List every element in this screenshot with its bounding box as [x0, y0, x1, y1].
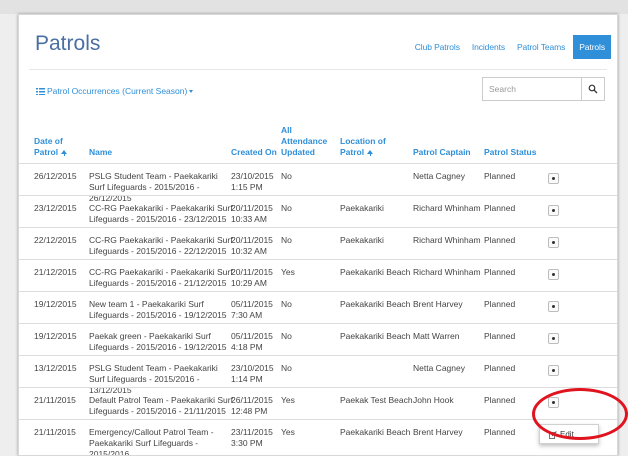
cell-date: 23/12/2015 — [34, 203, 77, 213]
cell-location: Paekakariki Beach — [340, 331, 411, 341]
cell-attendance: No — [281, 363, 292, 373]
patrols-panel: Patrols Club Patrols Incidents Patrol Te… — [18, 14, 618, 456]
top-navigation: Club Patrols Incidents Patrol Teams Patr… — [403, 35, 611, 59]
cell-date: 19/12/2015 — [34, 299, 77, 309]
table-row[interactable]: 21/12/2015 CC-RG Paekakariki - Paekakari… — [19, 259, 617, 291]
header-divider — [29, 69, 607, 70]
row-actions-gear-icon[interactable] — [548, 301, 559, 312]
list-icon — [36, 88, 45, 95]
cell-date: 21/11/2015 — [34, 427, 76, 437]
table-row[interactable]: 21/11/2015 Emergency/Callout Patrol Team… — [19, 419, 617, 455]
cell-name: New team 1 - Paekakariki Surf Lifeguards… — [89, 299, 227, 320]
search-box — [482, 77, 605, 101]
caret-down-icon — [189, 90, 194, 93]
table-row[interactable]: 23/12/2015 CC-RG Paekakariki - Paekakari… — [19, 195, 617, 227]
cell-name: Paekak green - Paekakariki Surf Lifeguar… — [89, 331, 227, 352]
table-row[interactable]: 13/12/2015 PSLG Student Team - Paekakari… — [19, 355, 617, 395]
highlight-annotation-circle — [532, 388, 628, 440]
cell-attendance: No — [281, 331, 292, 341]
row-actions-gear-icon[interactable] — [548, 333, 559, 344]
cell-name: CC-RG Paekakariki - Paekakariki Surf Lif… — [89, 235, 233, 256]
cell-location: Paekak Test Beach — [340, 395, 413, 405]
cell-date: 13/12/2015 — [34, 363, 77, 373]
cell-name: CC-RG Paekakariki - Paekakariki Surf Lif… — [89, 267, 233, 288]
column-header-patrol-captain[interactable]: Patrol Captain — [413, 147, 471, 158]
cell-status: Planned — [484, 235, 516, 245]
cell-captain: Netta Cagney — [413, 363, 465, 373]
row-actions-gear-icon[interactable] — [548, 173, 559, 184]
cell-date: 26/12/2015 — [34, 171, 77, 181]
cell-captain: Richard Whinham — [413, 235, 481, 245]
cell-location: Paekakariki Beach — [340, 267, 411, 277]
tab-incidents[interactable]: Incidents — [472, 42, 505, 52]
table-header: Date of Patrol Name Created On All Atten… — [19, 125, 617, 163]
search-input[interactable] — [483, 78, 593, 100]
cell-location: Paekakariki Beach — [340, 427, 411, 437]
cell-attendance: Yes — [281, 427, 295, 437]
column-header-patrol-status[interactable]: Patrol Status — [484, 147, 536, 158]
table-row[interactable]: 19/12/2015 New team 1 - Paekakariki Surf… — [19, 291, 617, 323]
cell-status: Planned — [484, 427, 516, 437]
cell-status: Planned — [484, 299, 516, 309]
tab-patrol-teams[interactable]: Patrol Teams — [517, 42, 565, 52]
cell-captain: John Hook — [413, 395, 454, 405]
cell-location: Paekakariki Beach — [340, 299, 411, 309]
cell-captain: Richard Whinham — [413, 267, 481, 277]
cell-date: 19/12/2015 — [34, 331, 77, 341]
table-row[interactable]: 22/12/2015 CC-RG Paekakariki - Paekakari… — [19, 227, 617, 259]
row-actions-gear-icon[interactable] — [548, 205, 559, 216]
cell-captain: Netta Cagney — [413, 171, 465, 181]
cell-captain: Brent Harvey — [413, 427, 463, 437]
cell-attendance: Yes — [281, 395, 295, 405]
column-header-name[interactable]: Name — [89, 147, 112, 158]
tab-patrols[interactable]: Patrols — [573, 35, 611, 59]
cell-status: Planned — [484, 395, 516, 405]
search-icon — [588, 84, 598, 94]
column-header-date-of-patrol[interactable]: Date of Patrol — [34, 136, 84, 158]
row-actions-gear-icon[interactable] — [548, 365, 559, 376]
cell-status: Planned — [484, 171, 516, 181]
page-title: Patrols — [35, 32, 101, 55]
table-row[interactable]: 19/12/2015 Paekak green - Paekakariki Su… — [19, 323, 617, 355]
row-actions-gear-icon[interactable] — [548, 269, 559, 280]
cell-name: Emergency/Callout Patrol Team - Paekakar… — [89, 427, 214, 456]
table-row[interactable]: 21/11/2015 Default Patrol Team - Paekaka… — [19, 387, 617, 419]
cell-attendance: No — [281, 235, 292, 245]
cell-attendance: No — [281, 171, 292, 181]
cell-attendance: No — [281, 299, 292, 309]
cell-date: 22/12/2015 — [34, 235, 77, 245]
table-row[interactable]: 26/12/2015 PSLG Student Team - Paekakari… — [19, 163, 617, 203]
column-header-all-attendance-updated[interactable]: All Attendance Updated — [281, 125, 337, 158]
cell-attendance: No — [281, 203, 292, 213]
cell-status: Planned — [484, 363, 516, 373]
cell-captain: Brent Harvey — [413, 299, 463, 309]
patrols-table-body: 26/12/2015 PSLG Student Team - Paekakari… — [19, 163, 617, 455]
cell-status: Planned — [484, 203, 516, 213]
window-top-bar — [0, 0, 628, 14]
cell-attendance: Yes — [281, 267, 295, 277]
column-header-created-on[interactable]: Created On — [231, 147, 277, 158]
row-actions-gear-icon[interactable] — [548, 237, 559, 248]
cell-captain: Richard Whinham — [413, 203, 481, 213]
view-selector-dropdown[interactable]: Patrol Occurrences (Current Season) — [36, 86, 194, 96]
view-selector-label: Patrol Occurrences (Current Season) — [47, 86, 188, 96]
sort-ascending-icon — [367, 150, 374, 156]
sort-ascending-icon — [61, 150, 68, 156]
column-header-location-of-patrol[interactable]: Location of Patrol — [340, 136, 412, 158]
cell-status: Planned — [484, 267, 516, 277]
cell-location: Paekakariki — [340, 235, 384, 245]
tab-club-patrols[interactable]: Club Patrols — [415, 42, 460, 52]
cell-name: Default Patrol Team - Paekakariki Surf L… — [89, 395, 233, 416]
cell-date: 21/12/2015 — [34, 267, 77, 277]
cell-date: 21/11/2015 — [34, 395, 76, 405]
cell-status: Planned — [484, 331, 516, 341]
cell-location: Paekakariki — [340, 203, 384, 213]
cell-captain: Matt Warren — [413, 331, 460, 341]
search-button[interactable] — [581, 78, 604, 100]
cell-name: CC-RG Paekakariki - Paekakariki Surf Lif… — [89, 203, 233, 224]
